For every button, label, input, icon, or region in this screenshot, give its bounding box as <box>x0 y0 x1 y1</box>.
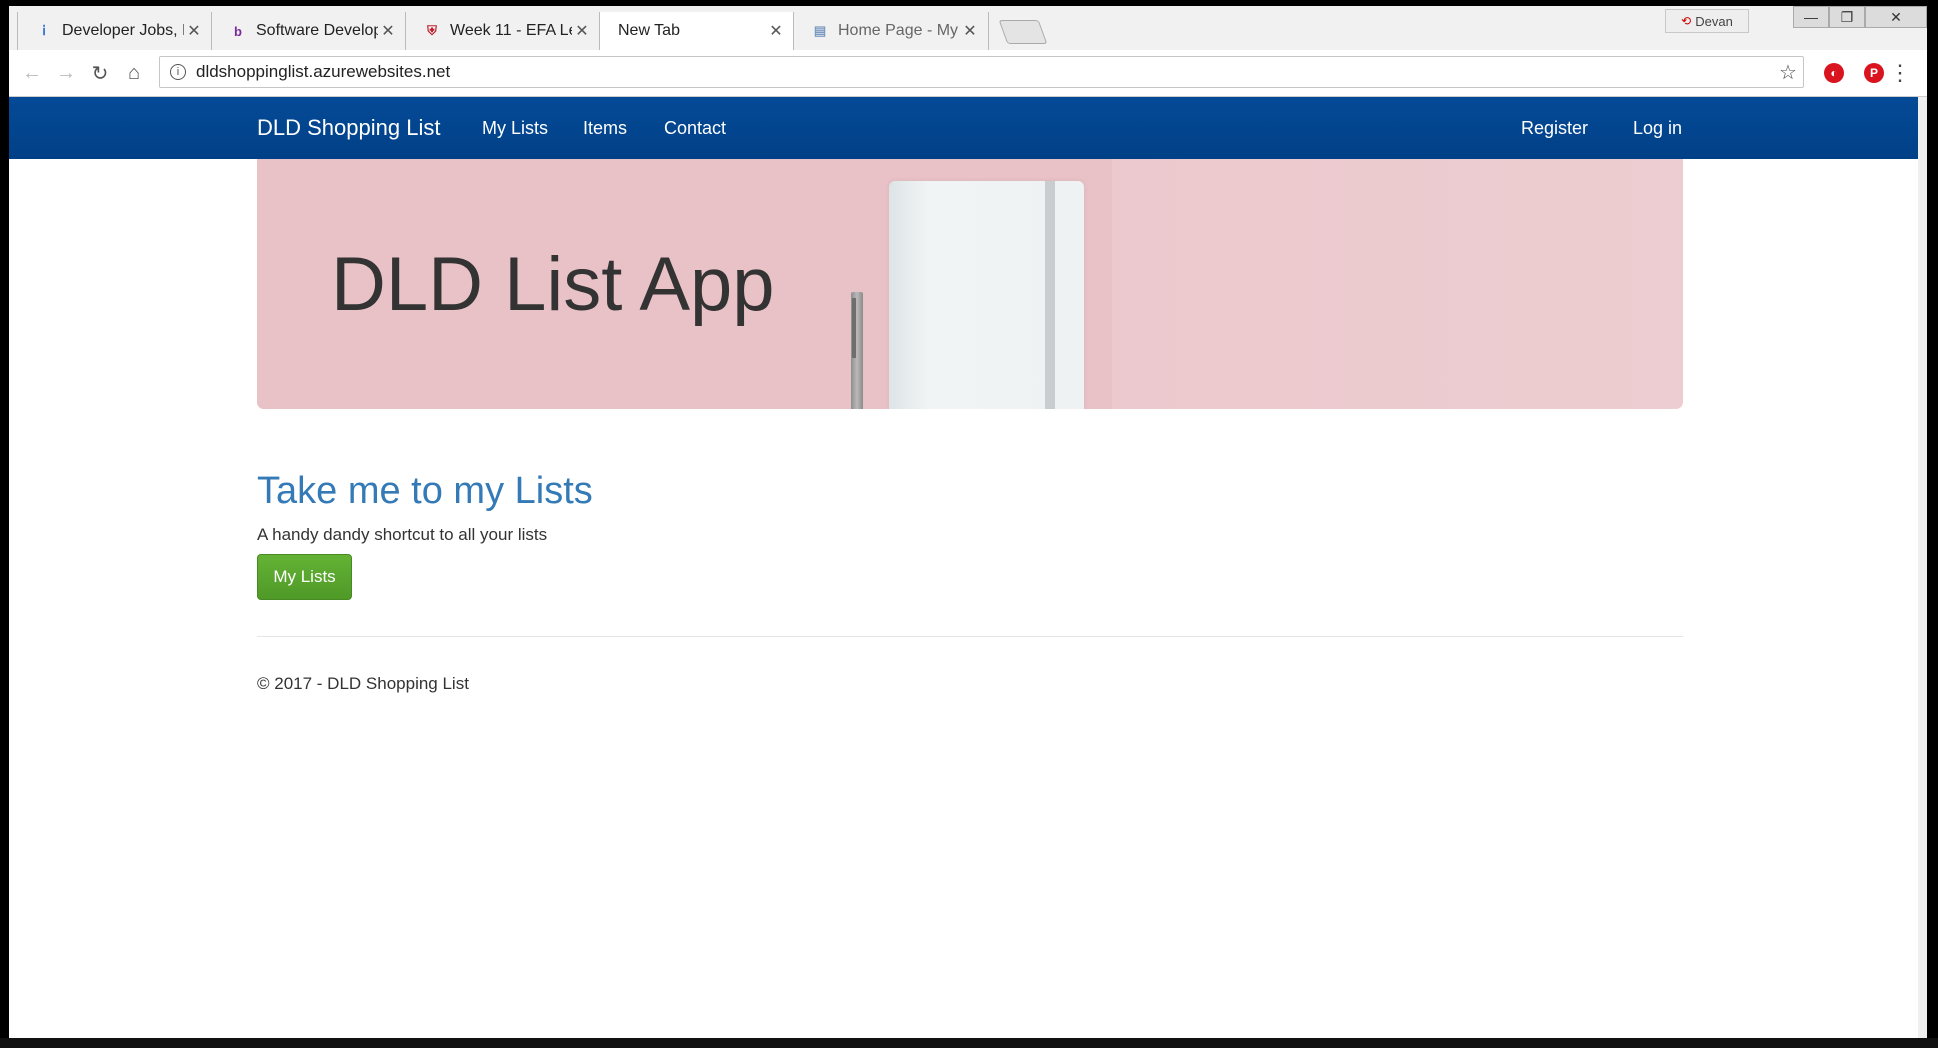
nav-register[interactable]: Register <box>1521 118 1588 139</box>
tab-software-developer[interactable]: b Software Developer Cove ✕ <box>211 12 407 50</box>
hero-banner: DLD List App <box>257 159 1683 409</box>
browser-toolbar: ← → ↻ ⌂ i dldshoppinglist.azurewebsites.… <box>9 50 1927 97</box>
close-icon[interactable]: ✕ <box>572 21 592 41</box>
tab-title: Developer Jobs, Employm <box>62 22 184 39</box>
nav-items[interactable]: Items <box>583 118 627 139</box>
address-bar[interactable]: i dldshoppinglist.azurewebsites.net ☆ <box>159 56 1804 88</box>
vertical-scrollbar[interactable] <box>1918 97 1927 1038</box>
close-icon[interactable]: ✕ <box>766 21 786 41</box>
back-arrow-icon[interactable]: ← <box>19 60 45 86</box>
tab-strip: ⅰ Developer Jobs, Employm ✕ b Software D… <box>9 6 1927 51</box>
nav-login[interactable]: Log in <box>1633 118 1682 139</box>
site-brand-link[interactable]: DLD Shopping List <box>257 115 440 141</box>
pen-image <box>851 292 863 409</box>
software-developer-icon: b <box>234 23 242 39</box>
developer-jobs-icon: ⅰ <box>42 23 46 38</box>
notebook-image <box>889 181 1084 409</box>
reload-icon[interactable]: ↻ <box>87 60 113 86</box>
hero-title: DLD List App <box>331 242 775 327</box>
address-text: dldshoppinglist.azurewebsites.net <box>196 62 451 81</box>
window-controls: — ❐ ✕ <box>1793 6 1927 28</box>
forward-arrow-icon[interactable]: → <box>53 60 79 86</box>
sync-icon: ⟲ <box>1681 14 1692 28</box>
tab-new-tab[interactable]: New Tab ✕ <box>599 12 795 50</box>
tab-developer-jobs[interactable]: ⅰ Developer Jobs, Employm ✕ <box>17 12 213 50</box>
my-lists-button[interactable]: My Lists <box>257 554 352 600</box>
browser-menu-icon[interactable]: ⋮ <box>1889 60 1911 86</box>
close-icon[interactable]: ✕ <box>960 21 980 41</box>
bookmark-star-icon[interactable]: ☆ <box>1773 60 1803 85</box>
taskbar <box>0 1038 1938 1048</box>
section-description: A handy dandy shortcut to all your lists <box>257 525 548 544</box>
nav-my-lists[interactable]: My Lists <box>482 118 548 139</box>
tab-home-page[interactable]: ▤ Home Page - My ASP.NE ✕ <box>793 12 989 50</box>
tab-title: New Tab <box>618 22 680 39</box>
close-icon[interactable]: ✕ <box>378 21 398 41</box>
web-page: DLD Shopping List My Lists Items Contact… <box>9 97 1927 1038</box>
profile-name: Devan <box>1695 13 1733 29</box>
divider <box>257 636 1683 637</box>
tab-title: Software Developer Cove <box>256 22 378 39</box>
browser-window: ⅰ Developer Jobs, Employm ✕ b Software D… <box>9 6 1927 1038</box>
nav-contact[interactable]: Contact <box>664 118 726 139</box>
tab-title: Home Page - My ASP.NE <box>838 22 960 39</box>
site-navbar: DLD Shopping List My Lists Items Contact… <box>9 97 1927 159</box>
profile-button[interactable]: ⟲ Devan <box>1665 9 1749 33</box>
home-icon[interactable]: ⌂ <box>121 60 147 86</box>
tab-week-11[interactable]: ⛨ Week 11 - EFA Learning ✕ <box>405 12 601 50</box>
footer-text: © 2017 - DLD Shopping List <box>257 674 469 693</box>
security-extension-icon[interactable]: ◐ <box>1824 63 1844 83</box>
info-icon[interactable]: i <box>170 64 186 80</box>
restore-button[interactable]: ❐ <box>1829 6 1865 28</box>
new-tab-button[interactable] <box>998 20 1048 44</box>
pinterest-extension-icon[interactable]: P <box>1864 63 1884 83</box>
close-window-button[interactable]: ✕ <box>1865 6 1927 28</box>
tab-title: Week 11 - EFA Learning <box>450 22 572 39</box>
shield-favicon-icon: ⛨ <box>427 23 437 38</box>
section-heading: Take me to my Lists <box>257 470 593 512</box>
minimize-button[interactable]: — <box>1793 6 1829 28</box>
close-icon[interactable]: ✕ <box>184 21 204 41</box>
page-icon: ▤ <box>813 23 827 38</box>
